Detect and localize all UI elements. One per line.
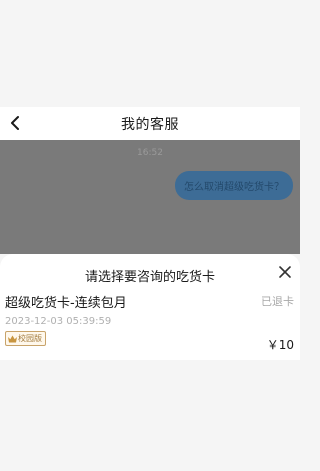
card-status: 已退卡 — [261, 295, 294, 308]
card-time: 2023-12-03 05:39:59 — [5, 316, 112, 327]
page-title: 我的客服 — [121, 116, 179, 133]
chat-area-dimmed: 16:52 怎么取消超级吃货卡？ — [0, 140, 300, 254]
crown-icon — [8, 335, 17, 342]
chat-timestamp: 16:52 — [137, 148, 163, 158]
card-price: ￥10 — [266, 338, 294, 352]
nav-bar: 我的客服 — [0, 107, 300, 140]
chevron-left-icon — [11, 116, 19, 130]
sheet-title: 请选择要咨询的吃货卡 — [84, 270, 215, 285]
campus-badge: 校园版 — [5, 331, 46, 346]
badge-label: 校园版 — [18, 334, 42, 343]
bottom-blank-area — [0, 360, 300, 471]
back-button[interactable] — [5, 112, 27, 134]
card-name: 超级吃货卡-连续包月 — [5, 296, 127, 311]
user-message-bubble: 怎么取消超级吃货卡？ — [175, 171, 293, 200]
card-option[interactable]: 超级吃货卡-连续包月 已退卡 2023-12-03 05:39:59 校园版 ￥… — [0, 288, 300, 360]
close-button[interactable] — [276, 263, 294, 281]
top-blank-area — [0, 0, 300, 107]
card-select-sheet: 请选择要咨询的吃货卡 超级吃货卡-连续包月 已退卡 2023-12-03 05:… — [0, 254, 300, 360]
close-icon — [279, 266, 291, 278]
